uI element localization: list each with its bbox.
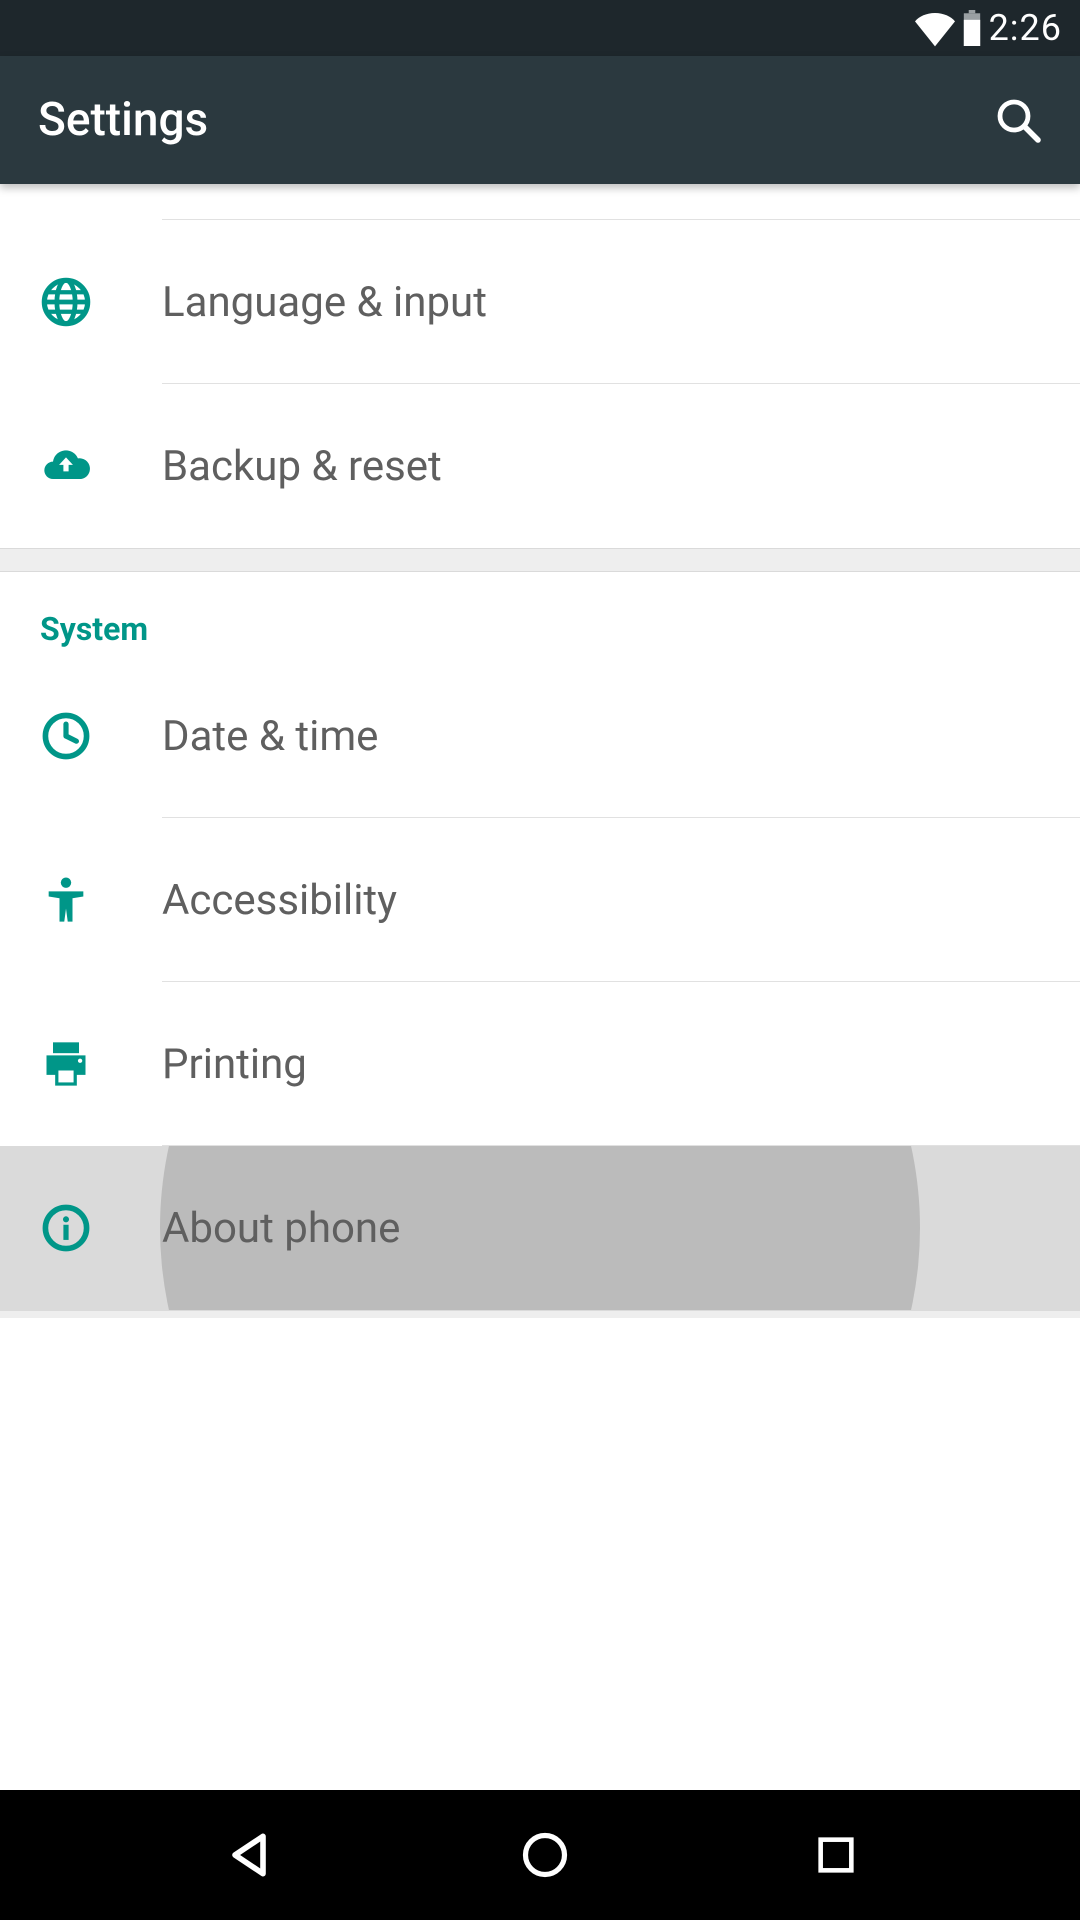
nav-recent-button[interactable] [813, 1832, 859, 1878]
settings-item-label: Printing [162, 1040, 307, 1089]
cloud-upload-icon [40, 440, 162, 492]
app-bar: Settings [0, 56, 1080, 184]
status-time: 2:26 [989, 7, 1062, 49]
clock-icon [40, 710, 162, 762]
info-icon [40, 1202, 162, 1254]
accessibility-icon [40, 874, 162, 926]
wifi-icon [915, 8, 955, 48]
settings-item-date-time[interactable]: Date & time [0, 654, 1080, 818]
settings-item-label: Date & time [162, 712, 378, 761]
status-icons: 2:26 [915, 7, 1062, 49]
settings-item-label: Accessibility [162, 876, 397, 925]
nav-home-button[interactable] [519, 1829, 571, 1881]
settings-item-label: Language & input [162, 278, 487, 327]
screen: 2:26 Settings Language & input [0, 0, 1080, 1920]
settings-item-backup-reset[interactable]: Backup & reset [0, 384, 1080, 548]
settings-item-about-phone[interactable]: About phone [0, 1146, 1080, 1310]
list-divider [0, 184, 1080, 220]
section-header-system: System [0, 572, 1080, 654]
nav-back-button[interactable] [221, 1827, 277, 1883]
section-gap [0, 548, 1080, 572]
globe-icon [40, 276, 162, 328]
settings-item-label: About phone [162, 1204, 400, 1253]
navigation-bar [0, 1790, 1080, 1920]
settings-item-label: Backup & reset [162, 442, 442, 491]
printer-icon [40, 1038, 162, 1090]
settings-item-printing[interactable]: Printing [0, 982, 1080, 1146]
settings-item-accessibility[interactable]: Accessibility [0, 818, 1080, 982]
settings-item-language-input[interactable]: Language & input [0, 220, 1080, 384]
section-gap [0, 1310, 1080, 1318]
settings-list[interactable]: Language & input Backup & reset System [0, 184, 1080, 1790]
page-title: Settings [38, 93, 208, 147]
search-icon[interactable] [994, 96, 1042, 144]
status-bar: 2:26 [0, 0, 1080, 56]
battery-icon [961, 10, 983, 46]
